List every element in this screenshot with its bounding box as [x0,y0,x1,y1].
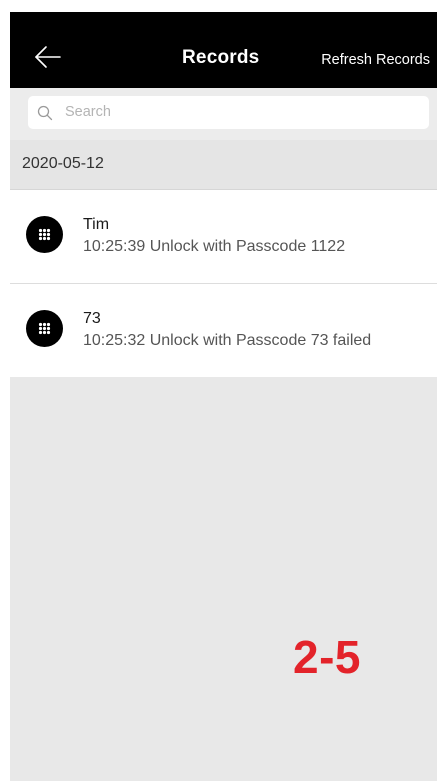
search-bar-area: Search [10,88,437,140]
page-title: Records [182,47,260,68]
keypad-icon [26,216,63,253]
phone-screen: Records Refresh Records Search 2020-05-1… [10,12,437,781]
record-user-name: Tim [83,216,110,233]
refresh-records-button[interactable]: Refresh Records [321,52,430,68]
back-button[interactable] [30,40,64,74]
keypad-icon [26,310,63,347]
record-user-name: 73 [83,310,101,327]
search-icon [37,105,53,121]
step-annotation-label: 2-5 [293,631,361,683]
nav-bar: Records Refresh Records [10,12,437,88]
date-group-header: 2020-05-12 [10,140,437,190]
back-arrow-icon [35,46,61,68]
record-item[interactable]: 73 10:25:32 Unlock with Passcode 73 fail… [10,284,437,377]
record-item[interactable]: Tim 10:25:39 Unlock with Passcode 1122 [10,190,437,284]
group-date: 2020-05-12 [22,155,104,172]
search-placeholder: Search [65,104,111,120]
search-input[interactable]: Search [28,96,429,129]
record-detail: 10:25:32 Unlock with Passcode 73 failed [83,332,372,349]
record-detail: 10:25:39 Unlock with Passcode 1122 [83,238,346,255]
